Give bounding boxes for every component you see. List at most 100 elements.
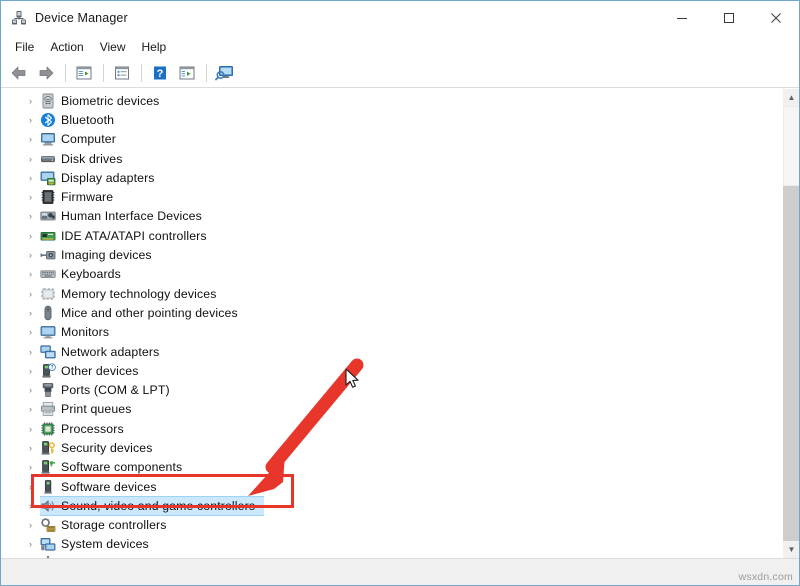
tree-item-keyboards[interactable]: ›Keyboards — [1, 265, 782, 284]
tree-item-sound-video-and-game-controllers[interactable]: › Sound, video and game controllers — [1, 496, 782, 515]
tree-item-human-interface-devices[interactable]: › Human Interface Devices — [1, 207, 782, 226]
tree-item-label: Storage controllers — [61, 518, 167, 532]
chevron-right-icon[interactable]: › — [23, 462, 38, 472]
chevron-right-icon[interactable]: › — [23, 385, 38, 395]
tree-item-label: Human Interface Devices — [61, 209, 202, 223]
scroll-up-button[interactable]: ▲ — [783, 89, 799, 106]
chevron-right-icon[interactable]: › — [23, 231, 38, 241]
chevron-right-icon[interactable]: › — [23, 308, 38, 318]
ide-controller-icon — [40, 228, 56, 244]
tree-item-bluetooth[interactable]: ›Bluetooth — [1, 110, 782, 129]
chevron-right-icon[interactable]: › — [23, 269, 38, 279]
scrollbar-track[interactable] — [783, 106, 799, 541]
scroll-down-button[interactable]: ▼ — [783, 541, 799, 558]
tree-item-imaging-devices[interactable]: ›Imaging devices — [1, 245, 782, 264]
imaging-device-icon — [38, 247, 58, 263]
scrollbar-thumb[interactable] — [783, 106, 799, 186]
menu-help[interactable]: Help — [134, 37, 175, 57]
tree-item-label: Other devices — [61, 364, 138, 378]
tree-item-label: Security devices — [61, 441, 153, 455]
properties-button[interactable] — [109, 61, 135, 85]
chevron-right-icon[interactable]: › — [23, 347, 38, 357]
device-tree-panel: ›Biometric devices›Bluetooth›Computer›Di… — [1, 88, 799, 558]
security-device-icon — [38, 440, 58, 456]
tree-item-security-devices[interactable]: › Security devices — [1, 438, 782, 457]
chevron-right-icon[interactable]: › — [23, 154, 38, 164]
chevron-right-icon[interactable]: › — [23, 520, 38, 530]
chevron-right-icon[interactable]: › — [23, 424, 38, 434]
tree-item-biometric-devices[interactable]: ›Biometric devices — [1, 91, 782, 110]
device-manager-screenshot: Device Manager File Action View Help — [0, 0, 800, 586]
biometric-icon — [38, 93, 58, 109]
storage-controller-icon — [38, 517, 58, 533]
chevron-right-icon[interactable]: › — [23, 327, 38, 337]
tree-item-software-devices[interactable]: ›Software devices — [1, 477, 782, 496]
chevron-right-icon[interactable]: › — [23, 501, 38, 511]
port-icon — [40, 382, 56, 398]
help-button[interactable]: ? — [147, 61, 173, 85]
tree-item-disk-drives[interactable]: ›Disk drives — [1, 149, 782, 168]
tree-item-monitors[interactable]: ›Monitors — [1, 323, 782, 342]
chevron-right-icon[interactable]: › — [23, 250, 38, 260]
tree-item-storage-controllers[interactable]: › Storage controllers — [1, 516, 782, 535]
vertical-scrollbar[interactable]: ▲ ▼ — [782, 89, 799, 558]
computer-icon — [38, 131, 58, 147]
forward-arrow-icon — [37, 65, 55, 81]
tree-item-ports-com-lpt[interactable]: ›Ports (COM & LPT) — [1, 380, 782, 399]
mouse-icon — [40, 305, 56, 321]
chevron-right-icon[interactable]: › — [23, 96, 38, 106]
tree-item-print-queues[interactable]: › Print queues — [1, 400, 782, 419]
menu-file[interactable]: File — [7, 37, 42, 57]
system-device-icon — [38, 536, 58, 552]
chevron-right-icon[interactable]: › — [23, 366, 38, 376]
forward-button[interactable] — [33, 61, 59, 85]
tree-item-software-components[interactable]: ›Software components — [1, 458, 782, 477]
software-device-icon — [40, 479, 56, 495]
show-hide-console-tree-button[interactable] — [71, 61, 97, 85]
tree-item-memory-technology-devices[interactable]: ›Memory technology devices — [1, 284, 782, 303]
menu-action[interactable]: Action — [42, 37, 91, 57]
tree-item-display-adapters[interactable]: ›Display adapters — [1, 168, 782, 187]
tree-item-label: Sound, video and game controllers — [61, 499, 255, 513]
port-icon — [38, 382, 58, 398]
tree-item-ide-ata-atapi-controllers[interactable]: ›IDE ATA/ATAPI controllers — [1, 226, 782, 245]
maximize-button[interactable] — [705, 1, 752, 35]
menu-bar: File Action View Help — [1, 35, 799, 59]
chevron-right-icon[interactable]: › — [23, 539, 38, 549]
chevron-right-icon[interactable]: › — [23, 115, 38, 125]
chevron-right-icon[interactable]: › — [23, 443, 38, 453]
minimize-button[interactable] — [658, 1, 705, 35]
processor-icon — [40, 421, 56, 437]
tree-item-network-adapters[interactable]: ›Network adapters — [1, 342, 782, 361]
close-button[interactable] — [752, 1, 799, 35]
chevron-right-icon[interactable]: › — [23, 289, 38, 299]
chevron-right-icon[interactable]: › — [23, 134, 38, 144]
tree-item-mice-and-other-pointing-devices[interactable]: ›Mice and other pointing devices — [1, 303, 782, 322]
imaging-device-icon — [40, 247, 56, 263]
tree-item-computer[interactable]: ›Computer — [1, 130, 782, 149]
chevron-right-icon[interactable]: › — [23, 192, 38, 202]
back-button[interactable] — [6, 61, 32, 85]
update-driver-icon — [178, 65, 196, 81]
tree-item-processors[interactable]: ›Processors — [1, 419, 782, 438]
tree-item-system-devices[interactable]: ›System devices — [1, 535, 782, 554]
scan-hardware-changes-button[interactable] — [212, 61, 238, 85]
chevron-right-icon[interactable]: › — [23, 482, 38, 492]
tree-item-label: Print queues — [61, 402, 132, 416]
firmware-icon — [40, 189, 56, 205]
menu-view[interactable]: View — [92, 37, 134, 57]
console-tree-icon — [75, 65, 93, 81]
keyboard-icon — [40, 266, 56, 282]
toolbar: ? — [1, 59, 799, 88]
window-title: Device Manager — [35, 11, 128, 25]
chevron-right-icon[interactable]: › — [23, 173, 38, 183]
disk-drive-icon — [40, 151, 56, 167]
memory-technology-icon — [40, 286, 56, 302]
tree-item-other-devices[interactable]: ›?Other devices — [1, 361, 782, 380]
update-driver-button[interactable] — [174, 61, 200, 85]
chevron-right-icon[interactable]: › — [23, 211, 38, 221]
back-arrow-icon — [10, 65, 28, 81]
tree-item-label: Firmware — [61, 190, 113, 204]
tree-item-firmware[interactable]: › Firmware — [1, 187, 782, 206]
chevron-right-icon[interactable]: › — [23, 404, 38, 414]
